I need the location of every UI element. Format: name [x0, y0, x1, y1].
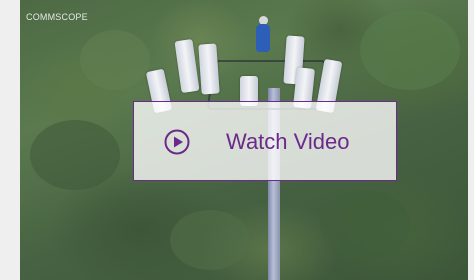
antenna — [174, 39, 200, 93]
play-circle-icon — [164, 129, 190, 155]
brand-logo: COMMSCOPE — [26, 12, 88, 22]
foliage — [320, 190, 410, 260]
foliage — [170, 210, 250, 270]
video-thumbnail[interactable]: COMMSCOPE Watch Video — [20, 0, 468, 280]
foliage — [30, 120, 120, 190]
watch-video-button[interactable]: Watch Video — [133, 101, 397, 181]
antenna — [198, 43, 220, 95]
worker — [256, 24, 270, 52]
foliage — [360, 10, 460, 90]
page-background: COMMSCOPE Watch Video — [0, 0, 474, 280]
watch-video-label: Watch Video — [226, 129, 350, 154]
foliage — [80, 30, 150, 90]
